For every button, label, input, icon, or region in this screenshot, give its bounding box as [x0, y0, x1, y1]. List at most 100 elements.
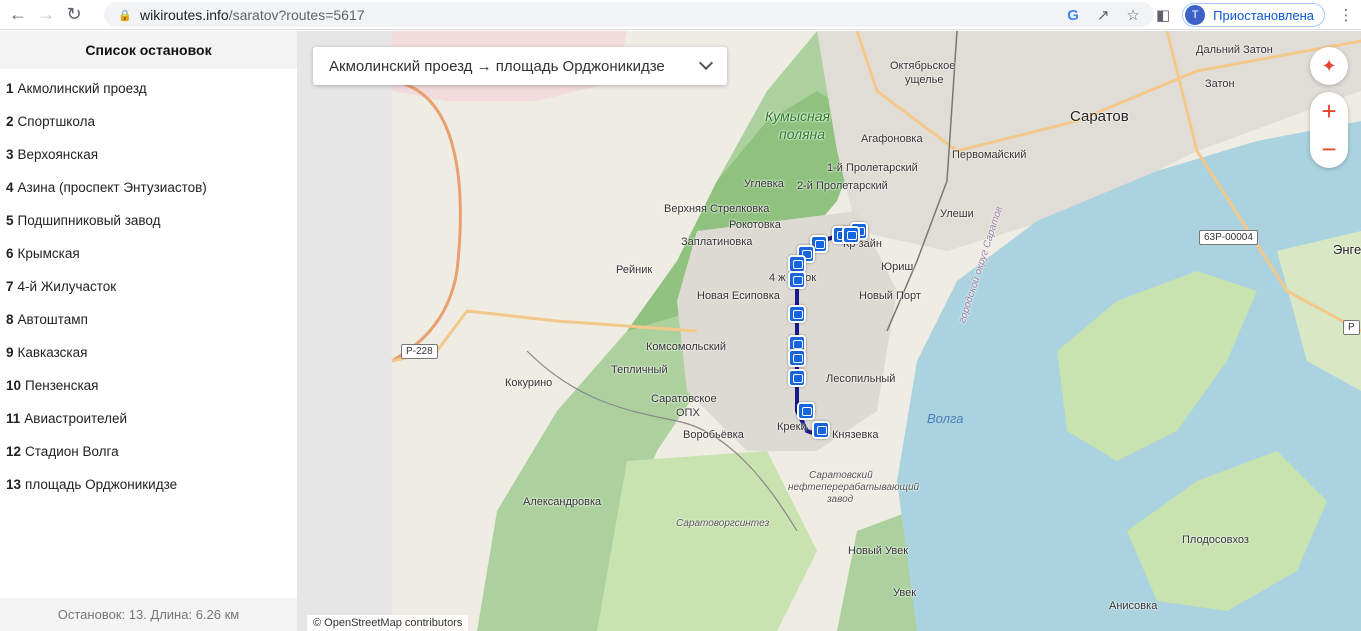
stop-number: 8	[6, 312, 14, 327]
stop-number: 13	[6, 477, 22, 492]
stop-name: 4-й Жилучасток	[17, 279, 117, 294]
list-item[interactable]: 11 Авиастроителей	[0, 402, 297, 435]
browser-toolbar: ← → ↻ 🔒 wikiroutes.info /saratov?routes=…	[0, 0, 1361, 30]
stop-name: Азина (проспект Энтузиастов)	[17, 180, 207, 195]
stop-marker-13[interactable]	[842, 226, 860, 244]
stop-marker-6[interactable]	[788, 271, 806, 289]
label-komsomolsky: Комсомольский	[646, 341, 727, 353]
label-lesopilny: Лесопильный	[826, 373, 896, 385]
road-shield-right: Р	[1343, 320, 1360, 335]
stop-number: 12	[6, 444, 22, 459]
label-knyazevka: Князевка	[832, 429, 879, 441]
map-view[interactable]: Саратов Волга Кумысная поляна Октябрьско…	[297, 31, 1361, 631]
reload-icon[interactable]: ↻	[60, 1, 88, 29]
zoom-control: + −	[1310, 92, 1348, 168]
back-icon[interactable]: ←	[4, 1, 32, 29]
stop-number: 11	[6, 411, 21, 426]
label-vorobyovka: Воробьёвка	[683, 429, 744, 441]
list-item[interactable]: 8 Автоштамп	[0, 303, 297, 336]
label-opkh: ОПХ	[676, 407, 700, 419]
avatar: T	[1185, 5, 1206, 25]
list-item[interactable]: 10 Пензенская	[0, 369, 297, 402]
label-agafonovka: Агафоновка	[861, 133, 923, 145]
stop-marker-11[interactable]	[797, 402, 815, 420]
url-path: /saratov?routes=5617	[228, 6, 365, 23]
label-reinik: Рейник	[616, 264, 653, 276]
list-item[interactable]: 6 Крымская	[0, 237, 297, 270]
list-item[interactable]: 13 площадь Орджоникидзе	[0, 468, 297, 501]
stop-number: 1	[6, 81, 14, 96]
google-icon[interactable]: G	[1058, 0, 1088, 30]
label-zaplatinovka: Заплатиновка	[681, 236, 753, 248]
profile-button[interactable]: T Приостановлена	[1182, 3, 1325, 27]
stop-name: Верхоянская	[17, 147, 99, 162]
stop-name: Крымская	[17, 246, 80, 261]
label-plodosovkhoz: Плодосовхоз	[1182, 534, 1249, 546]
stop-marker-9[interactable]	[788, 349, 806, 367]
stop-number: 2	[6, 114, 14, 129]
label-nprz-3: завод	[827, 494, 854, 505]
label-nprz-1: Саратовский	[809, 470, 873, 481]
label-ushchelye: ущелье	[905, 74, 944, 86]
label-2-proletarsky: 2-й Пролетарский	[797, 180, 888, 192]
label-1-proletarsky: 1-й Пролетарский	[827, 162, 918, 174]
label-engels: Энге	[1333, 242, 1361, 257]
menu-kebab-icon[interactable]: ⋮	[1331, 0, 1361, 30]
sidepanel-icon[interactable]: ◧	[1148, 0, 1178, 30]
fit-route-control: ✦	[1310, 47, 1348, 85]
stop-number: 9	[6, 345, 14, 360]
label-kokurino: Кокурино	[505, 377, 553, 389]
fit-bounds-icon[interactable]: ✦	[1310, 47, 1348, 85]
zoom-out-button[interactable]: −	[1310, 130, 1348, 168]
label-novy-uvek: Новый Увек	[848, 545, 909, 557]
label-saratovskoe: Саратовское	[651, 393, 717, 405]
road	[391, 79, 462, 363]
river-label-volga: Волга	[927, 411, 964, 426]
list-item[interactable]: 12 Стадион Волга	[0, 435, 297, 468]
stops-sidebar: Список остановок 1 Акмолинский проезд 2 Сп…	[0, 31, 297, 631]
park-area	[597, 451, 817, 631]
sidebar-title: Список остановок	[0, 31, 297, 69]
label-kumysnaya: Кумысная	[765, 108, 830, 124]
map-attribution[interactable]: © OpenStreetMap contributors	[307, 615, 469, 631]
bookmark-star-icon[interactable]: ☆	[1118, 0, 1148, 30]
label-v-strelkovka: Верхняя Стрелковка	[664, 203, 770, 215]
stop-name: Акмолинский проезд	[17, 81, 147, 96]
list-item[interactable]: 4 Азина (проспект Энтузиастов)	[0, 171, 297, 204]
stop-name: Подшипниковый завод	[17, 213, 161, 228]
stop-name: Автоштамп	[17, 312, 88, 327]
stop-list: 1 Акмолинский проезд 2 Спортшкола 3 Верхоян…	[0, 69, 297, 501]
road-shield-63r: 63Р-00004	[1199, 230, 1258, 245]
list-item[interactable]: 7 4-й Жилучасток	[0, 270, 297, 303]
stop-marker-12[interactable]	[812, 421, 830, 439]
label-rokotovka: Рокотовка	[729, 219, 781, 231]
label-uvek: Увек	[893, 587, 917, 599]
address-bar[interactable]: 🔒 wikiroutes.info /saratov?routes=5617	[104, 2, 1154, 27]
stop-number: 6	[6, 246, 14, 261]
forward-icon[interactable]: →	[32, 1, 60, 29]
city-label-saratov: Саратов	[1070, 108, 1129, 125]
list-item[interactable]: 3 Верхоянская	[0, 138, 297, 171]
label-dalny-zaton: Дальний Затон	[1196, 44, 1273, 56]
stop-name: Пензенская	[25, 378, 99, 393]
stop-marker-10[interactable]	[788, 369, 806, 387]
label-anisovka: Анисовка	[1109, 600, 1158, 612]
list-item[interactable]: 9 Кавказская	[0, 336, 297, 369]
label-saratovorgsintez: Саратоворгсинтез	[676, 518, 770, 529]
label-uleshi: Улеши	[940, 208, 974, 220]
share-icon[interactable]: ↗	[1088, 0, 1118, 30]
stop-number: 3	[6, 147, 14, 162]
label-pervomaysky: Первомайский	[952, 149, 1027, 161]
zoom-in-button[interactable]: +	[1310, 92, 1348, 130]
label-polyana: поляна	[779, 126, 826, 142]
stop-marker-7[interactable]	[788, 305, 806, 323]
list-item[interactable]: 2 Спортшкола	[0, 105, 297, 138]
label-nprz-2: нефтеперерабатывающий	[788, 482, 920, 493]
label-novy-port: Новый Порт	[859, 290, 921, 302]
label-novaya-esipovka: Новая Есиповка	[697, 290, 780, 302]
stop-number: 5	[6, 213, 14, 228]
list-item[interactable]: 5 Подшипниковый завод	[0, 204, 297, 237]
route-direction-select[interactable]: Акмолинский проезд → площадь Орджоникидз…	[313, 47, 727, 85]
list-item[interactable]: 1 Акмолинский проезд	[0, 72, 297, 105]
label-teplichny: Тепличный	[611, 364, 668, 376]
